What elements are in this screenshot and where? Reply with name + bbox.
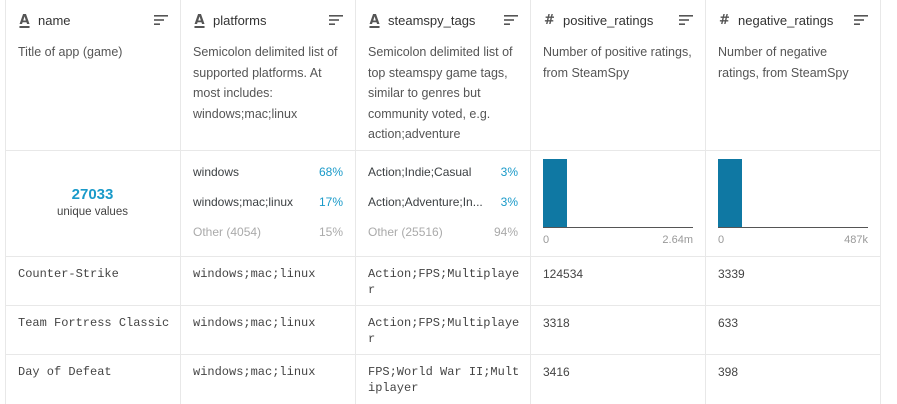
- column-description: Semicolon delimited list of supported pl…: [193, 45, 338, 121]
- histogram-axis: [543, 227, 693, 228]
- column-header[interactable]: # negative_ratings: [718, 11, 868, 29]
- histogram-min-label: 0: [543, 234, 550, 246]
- numeric-type-icon: #: [719, 12, 730, 28]
- top-value-percent: 68%: [318, 165, 343, 179]
- other-values-label: Other (4054): [193, 225, 262, 239]
- table-cell[interactable]: windows;mac;linux: [193, 315, 347, 331]
- column-description: Title of app (game): [18, 45, 123, 59]
- top-value-label: windows;mac;linux: [193, 195, 294, 209]
- column-name: negative_ratings: [738, 12, 834, 28]
- column-platforms: Aplatforms Semicolon delimited list of su…: [180, 0, 355, 404]
- column-header[interactable]: # positive_ratings: [543, 11, 693, 29]
- histogram-bar[interactable]: [543, 159, 567, 227]
- other-values-row: Other (25516) 94%: [368, 224, 518, 240]
- table-cell[interactable]: windows;mac;linux: [193, 364, 347, 380]
- column-name: Aname Title of app (game) 27033 unique valu…: [5, 0, 180, 404]
- top-value-row: windows 68%: [193, 164, 343, 180]
- top-value-row: Action;Adventure;In... 3%: [368, 194, 518, 210]
- column-name: steamspy_tags: [388, 12, 476, 28]
- table-cell[interactable]: 633: [718, 315, 872, 331]
- unique-values-summary: 27033 unique values: [5, 186, 180, 220]
- column-header[interactable]: Aname: [18, 11, 168, 29]
- table-cell[interactable]: 124534: [543, 266, 697, 282]
- table-cell[interactable]: FPS;World War II;Multiplayer: [368, 364, 522, 396]
- histogram-bar[interactable]: [718, 159, 742, 227]
- column-name: platforms: [213, 12, 267, 28]
- column-negative-ratings: # negative_ratings Number of negative rati…: [705, 0, 880, 404]
- table-cell[interactable]: Counter-Strike: [18, 266, 172, 282]
- histogram-chart: [543, 159, 693, 228]
- histogram-axis: [718, 227, 868, 228]
- unique-label: unique values: [57, 206, 128, 218]
- column-name: name: [38, 12, 71, 28]
- sort-menu-icon[interactable]: [329, 14, 343, 26]
- string-type-icon: A: [369, 12, 380, 28]
- column-description: Semicolon delimited list of top steamspy…: [368, 45, 513, 141]
- table-cell[interactable]: 398: [718, 364, 872, 380]
- histogram-max-label: 2.64m: [662, 234, 693, 246]
- unique-count: 27033: [71, 186, 114, 203]
- top-value-row: windows;mac;linux 17%: [193, 194, 343, 210]
- table-cell[interactable]: windows;mac;linux: [193, 266, 347, 282]
- table-cell[interactable]: Action;FPS;Multiplayer: [368, 266, 522, 298]
- sort-menu-icon[interactable]: [154, 14, 168, 26]
- histogram-range: 0 2.64m: [543, 234, 693, 246]
- table-cell[interactable]: Action;FPS;Multiplayer: [368, 315, 522, 347]
- table-cell[interactable]: Day of Defeat: [18, 364, 172, 380]
- sort-menu-icon[interactable]: [679, 14, 693, 26]
- column-description: Number of negative ratings, from SteamSp…: [718, 45, 849, 80]
- numeric-type-icon: #: [544, 12, 555, 28]
- top-value-label: Action;Adventure;In...: [368, 195, 483, 209]
- histogram-range: 0 487k: [718, 234, 868, 246]
- column-description: Number of positive ratings, from SteamSp…: [543, 45, 692, 80]
- table-cell[interactable]: 3416: [543, 364, 697, 380]
- table-cell[interactable]: 3318: [543, 315, 697, 331]
- histogram-min-label: 0: [718, 234, 725, 246]
- top-value-percent: 3%: [500, 195, 518, 209]
- top-value-label: Action;Indie;Casual: [368, 165, 472, 179]
- sort-menu-icon[interactable]: [854, 14, 868, 26]
- string-type-icon: A: [194, 12, 205, 28]
- column-name: positive_ratings: [563, 12, 654, 28]
- top-value-percent: 17%: [318, 195, 343, 209]
- other-values-label: Other (25516): [368, 225, 443, 239]
- histogram-max-label: 487k: [844, 234, 868, 246]
- other-values-percent: 15%: [318, 225, 343, 239]
- table-cell[interactable]: 3339: [718, 266, 872, 282]
- other-values-percent: 94%: [493, 225, 518, 239]
- column-header[interactable]: Asteamspy_tags: [368, 11, 518, 29]
- table-cell[interactable]: Team Fortress Classic: [18, 315, 172, 331]
- column-steamspy-tags: Asteamspy_tags Semicolon delimited list o…: [355, 0, 530, 404]
- other-values-row: Other (4054) 15%: [193, 224, 343, 240]
- top-value-percent: 3%: [500, 165, 518, 179]
- sort-menu-icon[interactable]: [504, 14, 518, 26]
- top-value-row: Action;Indie;Casual 3%: [368, 164, 518, 180]
- column-header[interactable]: Aplatforms: [193, 11, 343, 29]
- string-type-icon: A: [19, 12, 30, 28]
- top-value-label: windows: [193, 165, 240, 179]
- column-positive-ratings: # positive_ratings Number of positive rati…: [530, 0, 705, 404]
- histogram-chart: [718, 159, 868, 228]
